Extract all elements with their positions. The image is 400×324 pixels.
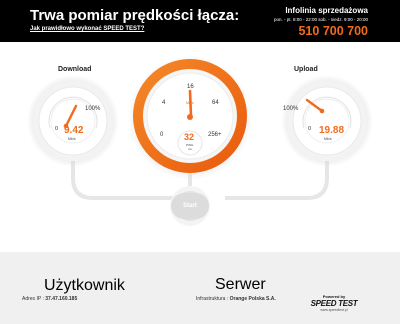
header-bar: Trwa pomiar prędkości łącza: Jak prawidł… bbox=[0, 0, 400, 42]
infra-label: Infrastruktura : bbox=[196, 296, 229, 302]
server-section-title: Serwer bbox=[215, 276, 266, 293]
ping-value: 32 bbox=[184, 132, 194, 142]
speed-gauge bbox=[128, 56, 252, 180]
hotline-hours: pon. - pt. 8:00 - 22:00 sob. - niedz. 9:… bbox=[273, 17, 368, 22]
ip-value: 37.47.160.185 bbox=[45, 296, 78, 302]
download-scale-min: 0 bbox=[55, 126, 58, 132]
infra-info: Infrastruktura : Orange Polska S.A. bbox=[196, 296, 276, 302]
speed-tick-64: 64 bbox=[212, 100, 219, 106]
download-gauge bbox=[27, 75, 119, 167]
ip-label: Adres IP : bbox=[22, 296, 44, 302]
brand-name: SPEED TEST bbox=[310, 299, 358, 308]
page-title: Trwa pomiar prędkości łącza: bbox=[30, 7, 240, 24]
infra-value: Orange Polska S.A. bbox=[229, 296, 276, 302]
hotline-phone[interactable]: 510 700 700 bbox=[298, 24, 368, 38]
upload-value: 19.88 bbox=[319, 125, 344, 136]
upload-scale-min: 0 bbox=[308, 126, 311, 132]
speed-unit: Mb/s bbox=[186, 101, 194, 105]
gauges-panel: 0 100% 9.42 Mb/s 16 4 64 0 256+ Mb/s 32 … bbox=[27, 56, 373, 226]
help-link[interactable]: Jak prawidłowo wykonać SPEED TEST? bbox=[30, 26, 144, 32]
hotline-label: Infolinia sprzedażowa bbox=[285, 6, 368, 15]
download-scale-max: 100% bbox=[85, 106, 101, 112]
speed-tick-16: 16 bbox=[187, 84, 194, 90]
upload-unit: Mb/s bbox=[324, 137, 332, 141]
user-section-title: Użytkownik bbox=[44, 277, 125, 294]
download-value: 9.42 bbox=[64, 125, 84, 136]
upload-gauge bbox=[281, 75, 373, 167]
speed-tick-256: 256+ bbox=[208, 132, 222, 138]
download-unit: Mb/s bbox=[68, 137, 76, 141]
start-button[interactable]: Start bbox=[171, 193, 209, 219]
speedtest-logo[interactable]: Powered by SPEED TEST www.speedtest.pl bbox=[308, 294, 360, 322]
ping-unit: ms bbox=[188, 147, 192, 151]
brand-url: www.speedtest.pl bbox=[320, 308, 348, 312]
upload-scale-max: 100% bbox=[283, 106, 299, 112]
speedtest-page: Trwa pomiar prędkości łącza: Jak prawidł… bbox=[0, 0, 400, 324]
ip-info: Adres IP : 37.47.160.185 bbox=[22, 296, 77, 302]
